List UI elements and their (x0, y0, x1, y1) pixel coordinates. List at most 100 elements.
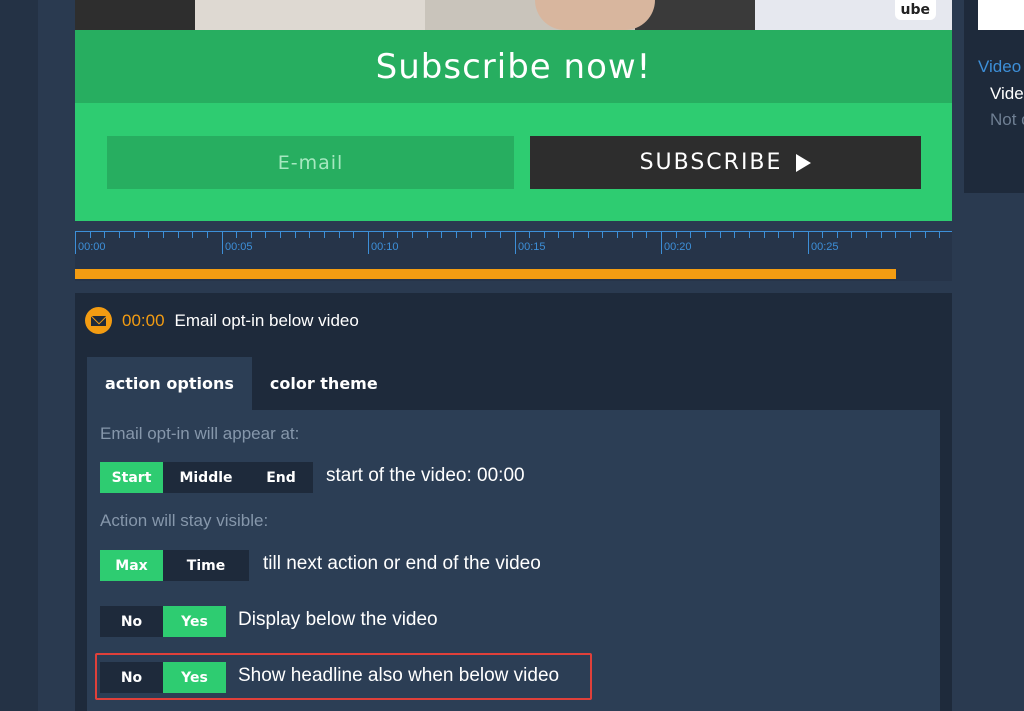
email-field[interactable] (107, 136, 514, 189)
timeline-minor-tick (646, 232, 647, 238)
display-below-label: Display below the video (238, 609, 438, 630)
timeline-minor-tick (265, 232, 266, 238)
sidebar-video-link[interactable]: Video (978, 57, 1021, 77)
display-below-toggle: No Yes (100, 606, 226, 637)
subscribe-label: SUBSCRIBE (639, 150, 783, 175)
headline-below-label: Show headline also when below video (238, 665, 560, 686)
timeline-label: 00:10 (371, 241, 399, 253)
timeline-minor-tick (119, 232, 120, 238)
timeline-minor-tick (544, 232, 545, 238)
headline-below-no[interactable]: No (100, 662, 163, 693)
timeline-minor-tick (104, 232, 105, 238)
timeline-minor-tick (353, 232, 354, 238)
timeline-minor-tick (617, 232, 618, 238)
timeline-minor-tick (837, 232, 838, 238)
sidebar-video-title: Vide (990, 84, 1024, 103)
video-image-part (75, 0, 195, 30)
timeline-minor-tick (383, 232, 384, 238)
timeline-label: 00:05 (225, 241, 253, 253)
timeline-minor-tick (720, 232, 721, 238)
tab-action-options[interactable]: action options (87, 357, 252, 410)
timeline-minor-tick (690, 232, 691, 238)
time-option[interactable]: Time (163, 550, 249, 581)
headline-below-toggle: No Yes (100, 662, 226, 693)
timeline-minor-tick (588, 232, 589, 238)
timeline-minor-tick (881, 232, 882, 238)
action-panel: 00:00 Email opt-in below video action op… (75, 293, 952, 711)
timeline-ruler: 00:00 00:05 00:10 00:15 00:20 00:25 (75, 231, 952, 254)
sidebar-video-status: Not c (990, 110, 1024, 129)
timeline-minor-tick (251, 232, 252, 238)
timeline-minor-tick (178, 232, 179, 238)
timeline-minor-tick (441, 232, 442, 238)
timeline-minor-tick (749, 232, 750, 238)
timeline-minor-tick (529, 232, 530, 238)
timeline-minor-tick (412, 232, 413, 238)
video-image-part (195, 0, 425, 30)
youtube-logo: ube (894, 0, 936, 20)
headline-below-yes[interactable]: Yes (163, 662, 226, 693)
timeline-minor-tick (705, 232, 706, 238)
timeline[interactable]: 00:00 00:05 00:10 00:15 00:20 00:25 (75, 231, 952, 281)
timeline-minor-tick (90, 232, 91, 238)
timeline-minor-tick (339, 232, 340, 238)
timeline-minor-tick (602, 232, 603, 238)
timeline-label: 00:15 (518, 241, 546, 253)
action-time: 00:00 (122, 310, 165, 330)
display-below-no[interactable]: No (100, 606, 163, 637)
timeline-minor-tick (280, 232, 281, 238)
middle-option[interactable]: Middle (163, 462, 249, 493)
appear-label: Email opt-in will appear at: (100, 424, 300, 443)
subscribe-button[interactable]: SUBSCRIBE (530, 136, 921, 189)
max-option[interactable]: Max (100, 550, 163, 581)
start-option[interactable]: Start (100, 462, 163, 493)
optin-headline: Subscribe now! (75, 30, 952, 103)
timeline-label: 00:20 (664, 241, 692, 253)
timeline-minor-tick (895, 232, 896, 238)
play-icon (796, 153, 812, 172)
timeline-minor-tick (134, 232, 135, 238)
action-options-panel: Email opt-in will appear at: Start Middl… (87, 410, 940, 711)
timeline-minor-tick (676, 232, 677, 238)
timeline-minor-tick (309, 232, 310, 238)
timeline-progress-bar[interactable] (75, 269, 896, 279)
visibility-toggle: Max Time (100, 550, 249, 581)
timeline-minor-tick (192, 232, 193, 238)
timeline-minor-tick (925, 232, 926, 238)
video-image-part (535, 0, 655, 30)
appear-position-toggle: Start Middle End (100, 462, 313, 493)
timeline-minor-tick (632, 232, 633, 238)
display-below-yes[interactable]: Yes (163, 606, 226, 637)
appear-description: start of the video: 00:00 (326, 465, 525, 486)
end-option[interactable]: End (249, 462, 313, 493)
timeline-minor-tick (866, 232, 867, 238)
timeline-minor-tick (163, 232, 164, 238)
timeline-minor-tick (471, 232, 472, 238)
timeline-minor-tick (822, 232, 823, 238)
action-header[interactable]: 00:00 Email opt-in below video (85, 307, 359, 334)
timeline-minor-tick (793, 232, 794, 238)
timeline-minor-tick (207, 232, 208, 238)
timeline-minor-tick (939, 232, 940, 238)
timeline-minor-tick (573, 232, 574, 238)
optin-form: SUBSCRIBE (75, 103, 952, 221)
timeline-minor-tick (485, 232, 486, 238)
sidebar-clip: Video Vide Not c (964, 0, 1024, 193)
timeline-minor-tick (764, 232, 765, 238)
tab-bar: action options color theme (87, 357, 396, 410)
timeline-label: 00:25 (811, 241, 839, 253)
timeline-minor-tick (734, 232, 735, 238)
left-margin (0, 0, 38, 711)
timeline-minor-tick (236, 232, 237, 238)
envelope-icon (85, 307, 112, 334)
tab-color-theme[interactable]: color theme (252, 357, 396, 410)
timeline-minor-tick (778, 232, 779, 238)
timeline-minor-tick (397, 232, 398, 238)
timeline-minor-tick (558, 232, 559, 238)
timeline-minor-tick (295, 232, 296, 238)
visible-description: till next action or end of the video (263, 553, 541, 574)
timeline-minor-tick (148, 232, 149, 238)
video-frame[interactable]: ube (75, 0, 952, 30)
timeline-label: 00:00 (78, 241, 106, 253)
timeline-minor-tick (456, 232, 457, 238)
